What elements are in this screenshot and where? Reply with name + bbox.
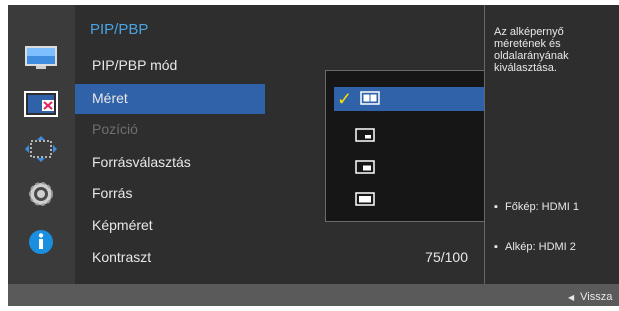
menu-item-label: Kontraszt: [92, 249, 152, 265]
menu-item-label: PIP/PBP mód: [92, 57, 178, 73]
info-panel: Az alképernyő méretének és oldalarányána…: [484, 5, 619, 284]
menu-item-label: Méret: [92, 90, 128, 106]
onscreen-display-icon[interactable]: [23, 134, 59, 164]
checkmark-icon: ✓: [337, 89, 353, 109]
size-medium-icon: [355, 160, 375, 179]
sidebar: [8, 5, 75, 284]
back-button[interactable]: ◀ Vissza: [568, 291, 612, 303]
menu-title: PIP/PBP: [90, 21, 149, 38]
picture-icon[interactable]: [23, 43, 59, 73]
help-description: Az alképernyő méretének és oldalarányána…: [494, 26, 569, 74]
sub-source-label: Alkép: HDMI 2: [505, 241, 576, 253]
menu-item-size[interactable]: Méret: [75, 84, 265, 114]
menu-item-label: Pozíció: [92, 121, 138, 137]
main-source-label: Főkép: HDMI 1: [505, 201, 579, 213]
monitor-osd-menu: PIP/PBP PIP/PBP mód Méret Pozíció Forrás…: [8, 5, 619, 306]
size-small-icon: [355, 128, 375, 147]
menu-item-label: Képméret: [92, 217, 153, 233]
menu-item-label: Forrásválasztás: [92, 154, 191, 170]
back-arrow-icon: ◀: [568, 293, 575, 302]
size-split-icon: [360, 91, 380, 110]
size-large-icon: [355, 192, 375, 211]
system-gear-icon[interactable]: [23, 179, 59, 209]
menu-item-value: 75/100: [425, 249, 468, 265]
pip-pbp-icon[interactable]: [23, 89, 59, 119]
back-label: Vissza: [580, 291, 613, 303]
information-icon[interactable]: [23, 227, 59, 257]
main-menu-panel: PIP/PBP PIP/PBP mód Méret Pozíció Forrás…: [75, 5, 535, 284]
menu-item-contrast[interactable]: Kontraszt 75/100: [75, 243, 484, 273]
footer-bar: ◀ Vissza: [8, 284, 619, 306]
menu-item-label: Forrás: [92, 185, 133, 201]
bullet-icon: ▪: [494, 241, 498, 253]
bullet-icon: ▪: [494, 201, 498, 213]
